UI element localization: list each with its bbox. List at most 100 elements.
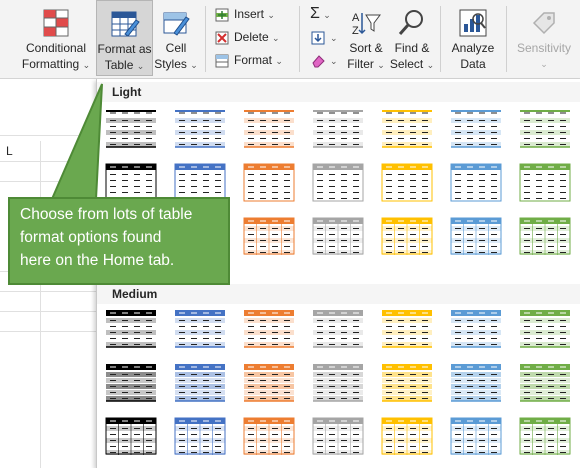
table-style-thumbnail[interactable] — [518, 416, 572, 456]
sort-filter-label-1: Sort & — [349, 41, 383, 55]
table-style-preview-icon — [450, 163, 502, 202]
table-style-preview-icon — [312, 163, 364, 202]
table-style-thumbnail[interactable] — [449, 162, 503, 202]
fill-button[interactable]: ⌄ — [310, 27, 340, 47]
table-style-preview-icon — [520, 310, 570, 348]
magnifier-icon — [398, 10, 423, 35]
table-style-thumbnail[interactable] — [518, 108, 572, 148]
conditional-formatting-button[interactable]: Conditional Formatting ⌄ — [16, 0, 96, 76]
table-style-thumbnail[interactable] — [449, 216, 503, 256]
table-style-thumbnail[interactable] — [173, 108, 227, 148]
table-style-thumbnail[interactable] — [380, 362, 434, 402]
analyze-data-button[interactable]: Analyze Data — [446, 0, 500, 76]
table-style-preview-icon — [382, 364, 432, 402]
table-style-thumbnail[interactable] — [449, 362, 503, 402]
format-button[interactable]: Format ⌄ — [214, 50, 294, 70]
eraser-icon — [312, 55, 325, 68]
sort-filter-icon: A Z — [352, 12, 381, 37]
delete-label: Delete — [234, 30, 269, 44]
chevron-down-icon: ⌄ — [426, 60, 435, 70]
table-style-thumbnail[interactable] — [380, 216, 434, 256]
table-style-preview-icon — [313, 110, 363, 148]
table-style-thumbnail[interactable] — [173, 162, 227, 202]
format-as-table-label-1: Format as — [97, 42, 152, 56]
format-cells-icon — [215, 54, 229, 68]
cell-styles-button[interactable]: Cell Styles ⌄ — [154, 0, 198, 76]
table-style-thumbnail[interactable] — [311, 162, 365, 202]
find-select-label-2: Select ⌄ — [389, 57, 435, 71]
table-style-thumbnail[interactable] — [518, 216, 572, 256]
find-select-button[interactable]: Find & Select ⌄ — [389, 0, 435, 76]
table-style-thumbnail[interactable] — [242, 216, 296, 256]
table-style-thumbnail[interactable] — [380, 308, 434, 348]
table-style-preview-icon — [106, 364, 156, 402]
table-style-thumbnail[interactable] — [173, 308, 227, 348]
table-style-preview-icon — [450, 217, 502, 255]
table-style-thumbnail[interactable] — [311, 308, 365, 348]
autosum-button[interactable]: Σ ⌄ — [310, 4, 340, 24]
table-style-thumbnail[interactable] — [380, 108, 434, 148]
gridline — [0, 135, 96, 136]
table-style-thumbnail[interactable] — [311, 362, 365, 402]
clear-button[interactable]: ⌄ — [310, 50, 340, 70]
cell-styles-icon — [163, 12, 190, 36]
callout-text-line-3: here on the Home tab. — [20, 252, 175, 269]
table-style-preview-icon — [382, 310, 432, 348]
chevron-down-icon: ⌄ — [272, 33, 280, 43]
table-style-thumbnail[interactable] — [242, 362, 296, 402]
gridline — [0, 311, 96, 312]
format-as-table-label-2: Table ⌄ — [104, 58, 145, 72]
insert-label: Insert — [234, 7, 265, 21]
table-style-preview-icon — [312, 417, 364, 455]
sensitivity-button[interactable]: Sensitivity ⌄ — [510, 0, 578, 76]
cell-styles-label-2: Styles ⌄ — [154, 57, 198, 71]
table-style-preview-icon — [175, 364, 225, 402]
table-style-thumbnail[interactable] — [311, 216, 365, 256]
insert-cells-icon — [215, 8, 229, 22]
column-header-l[interactable]: L — [0, 141, 40, 161]
table-style-thumbnail[interactable] — [518, 162, 572, 202]
table-style-preview-icon — [243, 163, 295, 202]
table-style-preview-icon — [381, 217, 433, 255]
table-style-thumbnail[interactable] — [380, 416, 434, 456]
table-style-thumbnail[interactable] — [173, 416, 227, 456]
table-style-thumbnail[interactable] — [518, 308, 572, 348]
format-as-table-button[interactable]: Format as Table ⌄ — [96, 0, 153, 76]
table-style-thumbnail[interactable] — [104, 108, 158, 148]
table-style-thumbnail[interactable] — [242, 416, 296, 456]
table-style-thumbnail[interactable] — [449, 308, 503, 348]
table-style-thumbnail[interactable] — [104, 308, 158, 348]
table-style-preview-icon — [313, 310, 363, 348]
chevron-down-icon: ⌄ — [190, 60, 198, 70]
analyze-data-icon — [459, 9, 487, 37]
callout-text-line-1: Choose from lots of table — [20, 206, 193, 223]
insert-button[interactable]: Insert ⌄ — [214, 4, 294, 24]
delete-button[interactable]: Delete ⌄ — [214, 27, 294, 47]
callout-text-line-2: format options found — [20, 229, 162, 246]
table-style-thumbnail[interactable] — [104, 362, 158, 402]
chevron-down-icon: ⌄ — [330, 33, 338, 43]
autosum-icon: Σ — [310, 5, 320, 22]
table-style-thumbnail[interactable] — [242, 108, 296, 148]
table-style-thumbnail[interactable] — [173, 362, 227, 402]
conditional-formatting-icon — [43, 9, 69, 37]
table-style-thumbnail[interactable] — [242, 162, 296, 202]
chevron-down-icon: ⌄ — [136, 61, 145, 71]
table-style-thumbnail[interactable] — [311, 416, 365, 456]
table-style-thumbnail[interactable] — [449, 416, 503, 456]
chevron-down-icon: ⌄ — [540, 59, 548, 69]
chevron-down-icon: ⌄ — [275, 56, 283, 66]
table-style-preview-icon — [451, 110, 501, 148]
table-style-thumbnail[interactable] — [104, 162, 158, 202]
table-style-thumbnail[interactable] — [311, 108, 365, 148]
table-style-preview-icon — [106, 310, 156, 348]
table-style-thumbnail[interactable] — [449, 108, 503, 148]
chevron-down-icon: ⌄ — [82, 60, 91, 70]
table-style-preview-icon — [174, 163, 226, 202]
table-style-thumbnail[interactable] — [104, 416, 158, 456]
delete-cells-icon — [215, 31, 229, 45]
table-style-thumbnail[interactable] — [380, 162, 434, 202]
table-style-thumbnail[interactable] — [518, 362, 572, 402]
table-style-thumbnail[interactable] — [242, 308, 296, 348]
sort-filter-button[interactable]: A Z Sort & Filter ⌄ — [343, 0, 389, 76]
